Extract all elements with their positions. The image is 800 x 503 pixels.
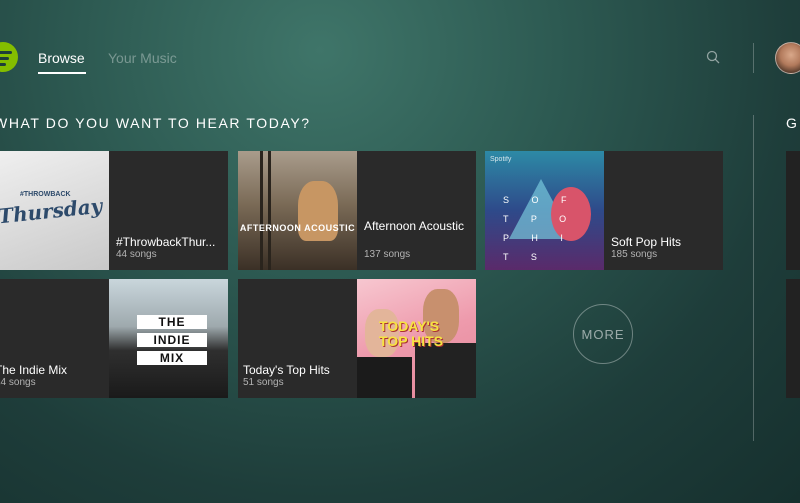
art-text: TOP HITS — [379, 333, 444, 349]
playlist-title: Today's Top Hits — [243, 363, 330, 377]
section-divider — [753, 115, 754, 441]
playlist-song-count: 185 songs — [611, 249, 658, 260]
header-divider — [753, 43, 754, 73]
spotify-logo-icon[interactable] — [0, 42, 18, 72]
playlist-title: #ThrowbackThur... — [116, 235, 216, 249]
art-text: TODAY'S — [379, 318, 440, 334]
next-section-heading: G — [786, 115, 799, 131]
playlist-card-afternoon-acoustic[interactable]: AFTERNOON ACOUSTIC Afternoon Acoustic 13… — [238, 151, 476, 270]
playlist-art: Spotify S O F T P O P H I T S — [485, 151, 604, 270]
art-text: INDIE — [137, 333, 207, 347]
playlist-art: #THROWBACK Thursday — [0, 151, 109, 270]
search-icon[interactable] — [706, 50, 720, 64]
playlist-song-count: 137 songs — [364, 249, 411, 260]
playlist-title: Soft Pop Hits — [611, 235, 682, 249]
playlist-art: THE INDIE MIX — [109, 279, 228, 398]
art-text: Thursday — [0, 193, 104, 229]
playlist-art: AFTERNOON ACOUSTIC — [238, 151, 357, 270]
playlist-card-soft-pop-hits[interactable]: Spotify S O F T P O P H I T S Soft Pop H… — [485, 151, 723, 270]
art-text: S O F T P O P H I T S — [503, 195, 577, 262]
playlist-card-indie-mix[interactable]: The Indie Mix 24 songs THE INDIE MIX — [0, 279, 228, 398]
user-avatar[interactable] — [775, 42, 800, 74]
more-button[interactable]: MORE — [573, 304, 633, 364]
art-text: MIX — [137, 351, 207, 365]
playlist-card-partial[interactable] — [786, 151, 800, 270]
section-heading: WHAT DO YOU WANT TO HEAR TODAY? — [0, 115, 311, 131]
playlist-art: TODAY'S TOP HITS — [357, 279, 476, 398]
playlist-card-todays-top-hits[interactable]: Today's Top Hits 51 songs TODAY'S TOP HIT… — [238, 279, 476, 398]
art-text: THE — [137, 315, 207, 329]
playlist-title: The Indie Mix — [0, 363, 68, 377]
tab-browse[interactable]: Browse — [38, 50, 85, 66]
playlist-song-count: 51 songs — [243, 377, 284, 388]
playlist-song-count: 24 songs — [0, 377, 36, 388]
playlist-card-throwback-thursday[interactable]: #THROWBACK Thursday #ThrowbackThur... 44… — [0, 151, 228, 270]
active-tab-indicator — [38, 72, 86, 74]
tab-your-music[interactable]: Your Music — [108, 50, 177, 66]
playlist-card-partial[interactable] — [786, 279, 800, 398]
art-text: Spotify — [490, 156, 512, 163]
playlist-song-count: 44 songs — [116, 249, 157, 260]
art-text: AFTERNOON ACOUSTIC — [239, 223, 356, 233]
playlist-title: Afternoon Acoustic — [364, 219, 465, 233]
